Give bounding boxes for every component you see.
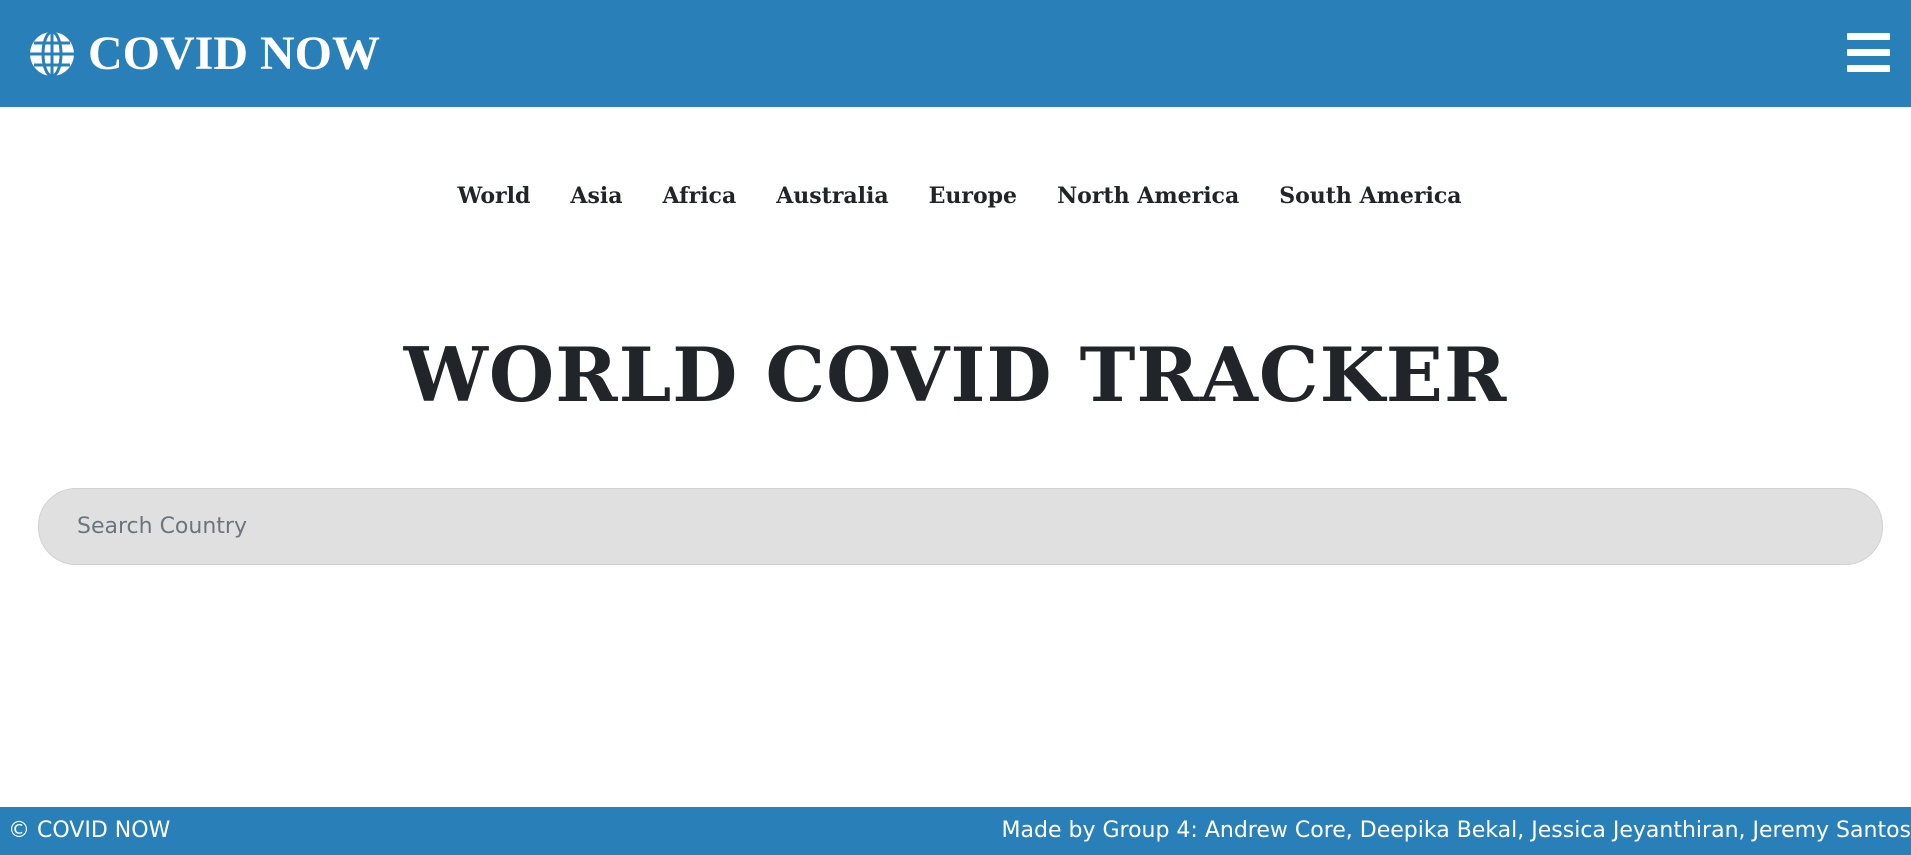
menu-bar: [1847, 33, 1890, 40]
footer-copyright: © COVID NOW: [8, 818, 171, 843]
search-country-input[interactable]: [38, 488, 1883, 565]
globe-icon: [30, 30, 74, 78]
region-nav: World Asia Africa Australia Europe North…: [0, 176, 1911, 216]
menu-bar: [1847, 65, 1890, 72]
nav-item-north-america[interactable]: North America: [1057, 176, 1239, 216]
nav-item-africa[interactable]: Africa: [662, 176, 736, 216]
brand-logo-link[interactable]: COVID NOW: [28, 26, 380, 82]
nav-item-europe[interactable]: Europe: [929, 176, 1017, 216]
search-container: [38, 488, 1883, 565]
page-title: WORLD COVID TRACKER: [403, 331, 1508, 419]
nav-item-south-america[interactable]: South America: [1279, 176, 1461, 216]
site-header: COVID NOW: [0, 0, 1911, 107]
site-footer: © COVID NOW Made by Group 4: Andrew Core…: [0, 807, 1911, 855]
footer-credits: Made by Group 4: Andrew Core, Deepika Be…: [1001, 818, 1911, 843]
nav-item-world[interactable]: World: [457, 176, 530, 216]
nav-item-asia[interactable]: Asia: [570, 176, 622, 216]
brand-title: COVID NOW: [88, 27, 381, 80]
hamburger-menu-icon[interactable]: [1847, 33, 1890, 73]
nav-item-australia[interactable]: Australia: [776, 176, 888, 216]
menu-bar: [1847, 49, 1890, 56]
